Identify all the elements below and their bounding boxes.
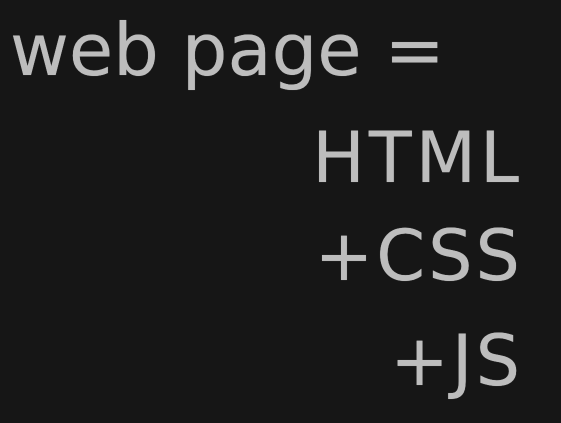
term-html: HTML	[312, 117, 523, 199]
equation-heading: web page =	[10, 8, 445, 92]
term-js: +JS	[390, 320, 523, 402]
chalkboard-canvas: web page = HTML +CSS +JS	[0, 0, 561, 423]
term-css: +CSS	[314, 215, 523, 297]
